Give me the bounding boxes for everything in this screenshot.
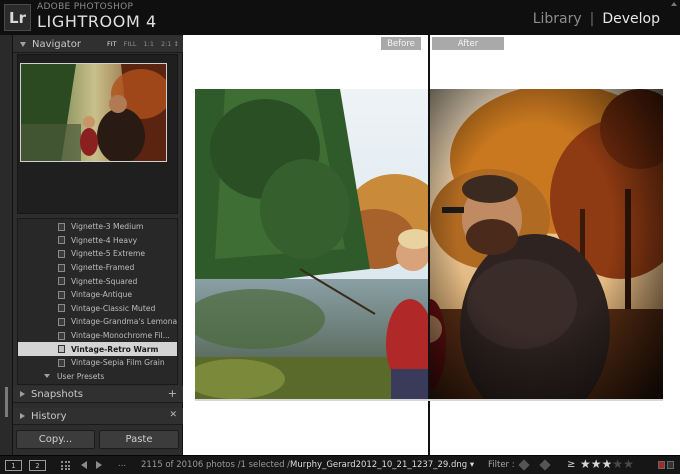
star-filled-icon[interactable]: ★ [602,457,613,471]
zoom-2-1[interactable]: 2:1 ↕ [161,40,179,48]
collapsed-triangle-icon [20,391,25,397]
preset-item[interactable]: Vintage-Sepia Film Grain [18,356,177,370]
before-after-canvas: Before After [183,35,680,455]
filmstrip-source-info[interactable]: 2115 of 20106 photos /1 selected /Murphy… [141,460,474,470]
preset-document-icon [58,277,65,286]
brand-subtitle: ADOBE PHOTOSHOP [37,2,134,12]
next-photo-arrow-icon[interactable] [96,461,102,469]
history-title: History [31,410,67,422]
preset-document-icon [58,249,65,258]
collapsed-triangle-icon [20,413,25,419]
preset-document-icon [58,236,65,245]
preset-document-icon [58,222,65,231]
secondary-display-button[interactable]: 2 [29,460,46,471]
preset-document-icon [58,331,65,340]
left-panel: Navigator FIT FILL 1:1 2:1 ↕ Vignette-3 … [13,35,183,455]
before-label: Before [381,37,421,50]
preset-item[interactable]: Vintage-Classic Muted [18,302,177,316]
add-snapshot-plus-icon[interactable]: + [168,387,177,400]
filmstrip-toolbar: 1 2 ... 2115 of 20106 photos /1 selected… [0,455,680,474]
preset-item[interactable]: Vignette-5 Extreme [18,247,177,261]
preset-document-icon [58,345,65,354]
preset-item[interactable]: Vignette-Squared [18,274,177,288]
primary-display-button[interactable]: 1 [5,460,22,471]
reject-flag-filter-icon[interactable] [539,459,551,471]
before-photo-image [195,89,428,399]
navigator-thumbnail[interactable] [20,63,167,162]
preset-document-icon [58,317,65,326]
preset-item[interactable]: Vignette-4 Heavy [18,234,177,248]
star-filled-icon[interactable]: ★ [580,457,591,471]
preset-item[interactable]: Vignette-3 Medium [18,220,177,234]
after-photo-image [430,89,663,399]
before-photo[interactable] [195,89,428,399]
color-label-red[interactable] [658,461,665,469]
collapse-top-panel-arrow-icon[interactable] [671,2,677,6]
color-label-filter [658,461,674,469]
navigator-header[interactable]: Navigator FIT FILL 1:1 2:1 ↕ [13,36,183,53]
module-library-link[interactable]: Library [533,11,582,27]
preset-item[interactable]: Vintage-Antique [18,288,177,302]
previous-photo-arrow-icon[interactable] [81,461,87,469]
pick-flag-filter-icon[interactable] [518,459,530,471]
clear-history-x-icon[interactable]: ✕ [169,410,177,420]
photo-count: 2115 of 20106 photos /1 selected / [141,460,291,470]
color-label-none[interactable] [667,461,674,469]
zoom-fit[interactable]: FIT [107,40,117,48]
snapshots-header[interactable]: Snapshots + [13,386,183,403]
zoom-1-1[interactable]: 1:1 [144,40,154,48]
star-empty-icon[interactable]: ★ [612,457,623,471]
star-filled-icon[interactable]: ★ [591,457,602,471]
preset-document-icon [58,263,65,272]
source-menu-ellipsis[interactable]: ... [118,459,126,469]
navigator-zoom-options: FIT FILL 1:1 2:1 ↕ [107,40,179,48]
brand-title: LIGHTROOM 4 [37,12,157,31]
identity-plate-bar: Lr ADOBE PHOTOSHOP LIGHTROOM 4 Library |… [0,0,680,35]
zoom-fill[interactable]: FILL [124,40,137,48]
module-picker: Library | Develop [533,11,660,27]
preset-document-icon [58,290,65,299]
preset-item[interactable]: Vintage-Grandma's Lemonade [18,315,177,329]
presets-list: Vignette-3 Medium Vignette-4 Heavy Vigne… [17,218,178,385]
history-header[interactable]: History ✕ [13,408,183,425]
navigator-title: Navigator [32,38,81,50]
star-empty-icon[interactable]: ★ [623,457,634,471]
preset-item-selected[interactable]: Vintage-Retro Warm [18,342,177,356]
lightroom-logo: Lr [4,4,31,31]
snapshots-title: Snapshots [31,388,83,400]
filter-label: Filter : [488,460,515,470]
copy-settings-button[interactable]: Copy... [16,430,95,449]
preset-item[interactable]: Vintage-Monochrome Fil... [18,329,177,343]
expand-triangle-icon [20,41,26,47]
current-filename: Murphy_Gerard2012_10_21_1237_29.dng ▾ [290,460,475,470]
module-develop-link[interactable]: Develop [602,11,660,27]
left-panel-collapse-handle[interactable] [5,387,8,417]
grid-view-icon[interactable] [61,461,71,470]
photo-drop-shadow [195,399,663,401]
folder-expand-triangle-icon [44,374,50,379]
left-panel-edge [0,35,13,455]
after-label: After [432,37,504,50]
star-rating-filter[interactable]: ★★★★★ [580,457,634,471]
rating-operator[interactable]: ≥ [567,459,575,470]
preset-document-icon [58,304,65,313]
module-separator: | [589,11,595,27]
paste-settings-button[interactable]: Paste [99,430,179,449]
preset-item[interactable]: Vignette-Framed [18,261,177,275]
preset-folder-user-presets[interactable]: User Presets [18,370,177,384]
after-photo[interactable] [430,89,663,399]
navigator-thumbnail-image [21,64,166,161]
preset-document-icon [58,358,65,367]
